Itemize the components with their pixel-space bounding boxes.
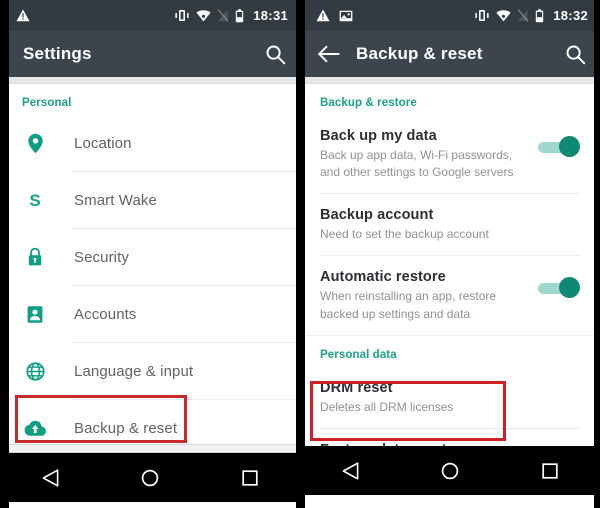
navigation-bar bbox=[300, 446, 600, 495]
toggle-thumb bbox=[559, 136, 580, 157]
list-item-label: Security bbox=[74, 248, 129, 266]
list-item-label: Backup & reset bbox=[74, 419, 178, 437]
screenshot-stage: 18:31 Settings Personal Location S Smart… bbox=[0, 0, 600, 508]
list-item-drm-reset[interactable]: DRM reset Deletes all DRM licenses bbox=[300, 367, 600, 428]
list-item-language-and-input[interactable]: Language & input bbox=[0, 343, 300, 399]
list-item-smart-wake[interactable]: S Smart Wake bbox=[0, 172, 300, 228]
battery-icon bbox=[236, 8, 244, 22]
navigation-bar bbox=[0, 453, 300, 502]
settings-list: Personal Location S Smart Wake Security … bbox=[0, 84, 300, 444]
toggle-automatic-restore[interactable] bbox=[538, 277, 580, 299]
back-triangle-icon[interactable] bbox=[322, 446, 378, 495]
status-bar-clock: 18:31 bbox=[253, 8, 288, 23]
status-bar-right-icons: 18:31 bbox=[174, 8, 288, 23]
scroll-indicator[interactable] bbox=[0, 444, 300, 453]
list-item-factory-data-reset[interactable]: Factory data reset Erases all data on ph… bbox=[300, 429, 600, 446]
status-bar-left-icons bbox=[316, 9, 353, 22]
wifi-icon bbox=[496, 9, 511, 21]
vibrate-icon bbox=[175, 10, 189, 21]
list-item-title: Automatic restore bbox=[320, 269, 446, 286]
section-header-personal: Personal bbox=[22, 97, 72, 109]
letter-s-icon: S bbox=[29, 190, 41, 210]
phone-bezel-left bbox=[0, 0, 9, 508]
sim-signal-off-icon bbox=[517, 9, 529, 22]
list-item-subtitle: Back up app data, Wi-Fi passwords, and o… bbox=[320, 148, 514, 180]
page-title: Settings bbox=[23, 44, 92, 63]
section-header-personal-data: Personal data bbox=[320, 348, 397, 361]
toggle-thumb bbox=[559, 277, 580, 299]
list-item-title: Backup account bbox=[320, 207, 434, 224]
action-bar: Settings bbox=[0, 31, 300, 77]
toggle-back-up-my-data[interactable] bbox=[538, 136, 580, 158]
list-item-subtitle: Deletes all DRM licenses bbox=[320, 399, 454, 414]
status-bar-left-icons bbox=[16, 9, 30, 22]
section-header-backup-restore: Backup & restore bbox=[320, 97, 417, 109]
list-item-subtitle: Need to set the backup account bbox=[320, 227, 489, 242]
left-phone-settings-screen: 18:31 Settings Personal Location S Smart… bbox=[0, 0, 300, 508]
location-pin-icon bbox=[22, 133, 48, 154]
right-phone-backup-reset-screen: 18:32 Backup & reset Backup & restore Ba… bbox=[300, 0, 600, 508]
list-item-automatic-restore[interactable]: Automatic restore When reinstalling an a… bbox=[300, 256, 600, 334]
status-bar: 18:31 bbox=[0, 0, 300, 31]
home-circle-icon[interactable] bbox=[422, 446, 478, 495]
list-item-label: Location bbox=[74, 134, 132, 152]
action-bar-shadow bbox=[0, 77, 300, 84]
wifi-icon bbox=[196, 9, 211, 21]
lock-icon bbox=[22, 247, 48, 267]
recents-square-icon[interactable] bbox=[222, 453, 278, 502]
list-item-back-up-my-data[interactable]: Back up my data Back up app data, Wi-Fi … bbox=[300, 115, 600, 193]
search-icon[interactable] bbox=[565, 44, 586, 65]
warning-triangle-icon bbox=[316, 9, 330, 22]
arrow-back-icon[interactable] bbox=[318, 45, 340, 63]
cloud-upload-icon bbox=[22, 420, 48, 437]
list-item-title: DRM reset bbox=[320, 379, 393, 396]
back-triangle-icon[interactable] bbox=[22, 453, 78, 502]
list-item-backup-and-reset[interactable]: Backup & reset bbox=[0, 400, 300, 444]
action-bar: Backup & reset bbox=[300, 31, 600, 77]
battery-icon bbox=[536, 8, 544, 22]
list-item-label: Smart Wake bbox=[74, 191, 157, 209]
backup-reset-list: Backup & restore Back up my data Back up… bbox=[300, 84, 600, 446]
phone-bezel-right bbox=[594, 0, 600, 508]
list-item-title: Back up my data bbox=[320, 128, 437, 144]
screenshot-icon bbox=[339, 10, 353, 21]
vibrate-icon bbox=[475, 10, 489, 21]
home-circle-icon[interactable] bbox=[122, 453, 178, 502]
status-bar-clock: 18:32 bbox=[553, 8, 588, 23]
status-bar: 18:32 bbox=[300, 0, 600, 31]
list-item-accounts[interactable]: Accounts bbox=[0, 286, 300, 342]
account-badge-icon bbox=[22, 305, 48, 324]
list-item-backup-account[interactable]: Backup account Need to set the backup ac… bbox=[300, 194, 600, 255]
list-item-title: Factory data reset bbox=[320, 441, 580, 446]
action-bar-shadow bbox=[300, 77, 600, 84]
page-title: Backup & reset bbox=[356, 44, 483, 63]
search-icon[interactable] bbox=[265, 44, 286, 65]
list-item-label: Language & input bbox=[74, 362, 194, 380]
warning-triangle-icon bbox=[16, 9, 30, 22]
list-item-label: Accounts bbox=[74, 305, 137, 323]
sim-signal-off-icon bbox=[217, 9, 229, 22]
globe-icon bbox=[22, 361, 48, 381]
status-bar-right-icons: 18:32 bbox=[474, 8, 588, 23]
list-item-location[interactable]: Location bbox=[0, 115, 300, 171]
phone-bezel-left bbox=[300, 0, 305, 508]
recents-square-icon[interactable] bbox=[522, 446, 578, 495]
list-item-security[interactable]: Security bbox=[0, 229, 300, 285]
list-item-subtitle: When reinstalling an app, restore backed… bbox=[320, 289, 497, 321]
